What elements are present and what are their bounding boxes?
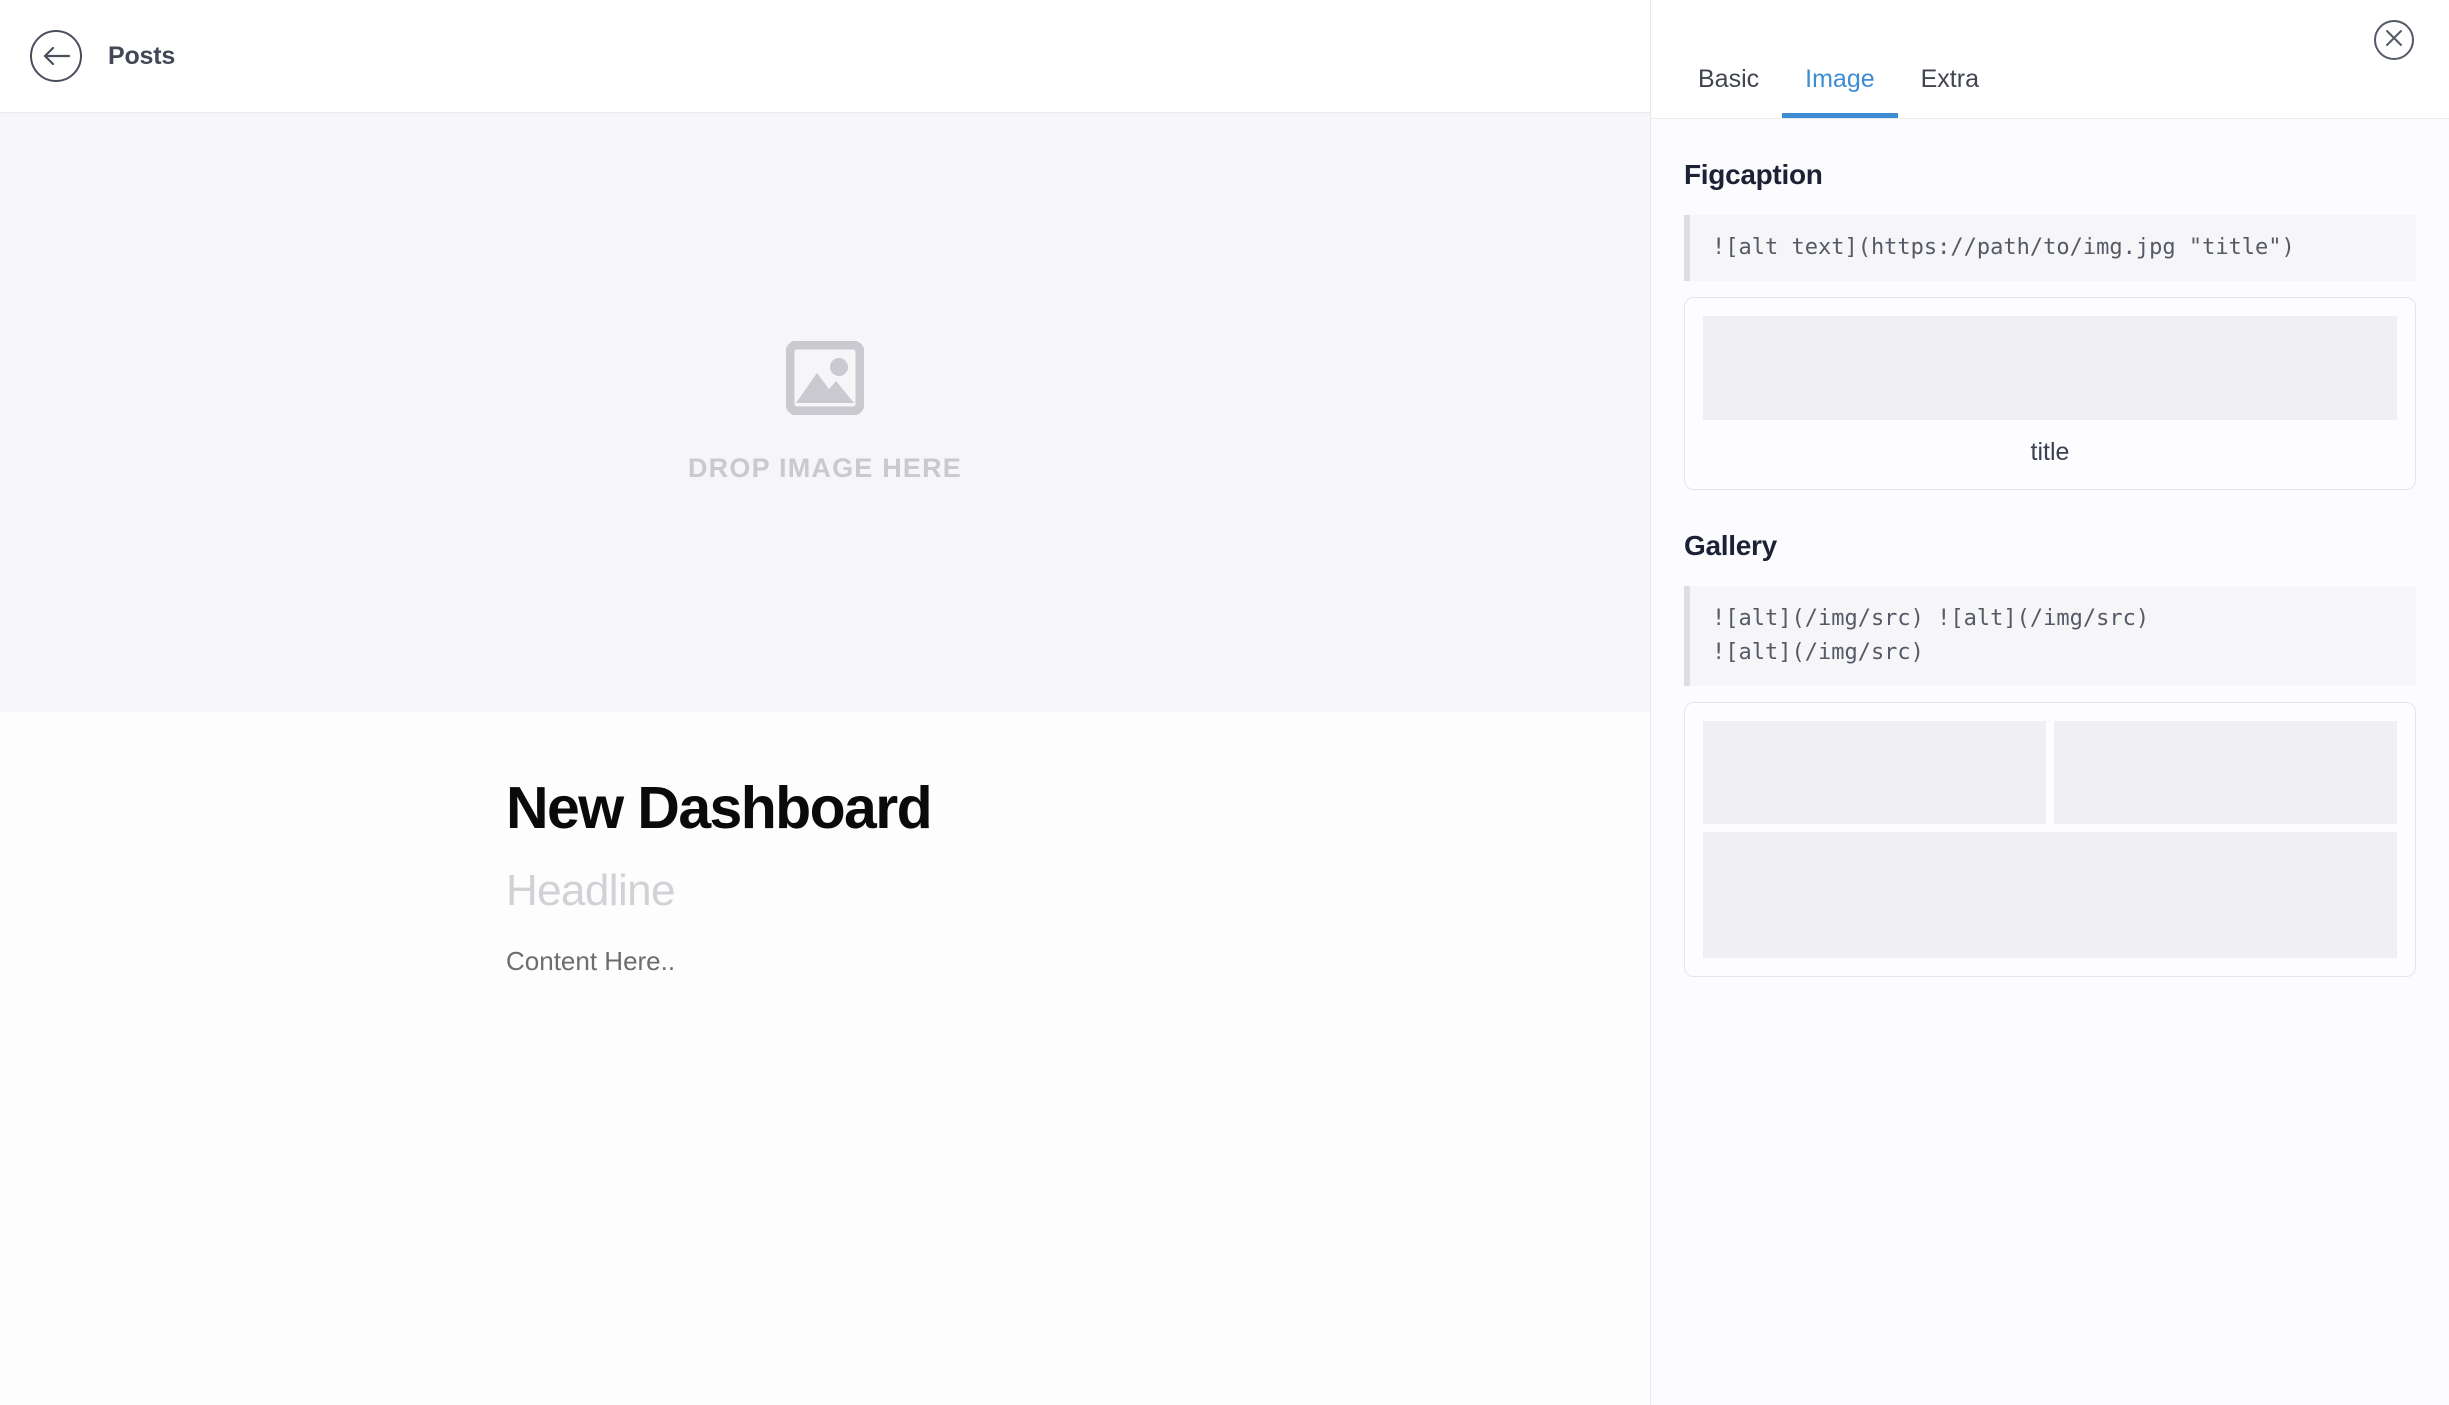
gallery-preview — [1684, 702, 2416, 978]
section-gallery: Gallery ![alt](/img/src) ![alt](/img/src… — [1684, 530, 2416, 978]
gallery-code-snippet[interactable]: ![alt](/img/src) ![alt](/img/src) ![alt]… — [1684, 586, 2416, 687]
back-button[interactable] — [30, 30, 82, 82]
document-body: New Dashboard Headline Content Here.. — [0, 712, 1650, 1405]
section-title-gallery: Gallery — [1684, 530, 1777, 562]
image-dropzone[interactable]: DROP IMAGE HERE — [0, 113, 1650, 712]
tab-basic[interactable]: Basic — [1675, 67, 1782, 118]
gallery-image-placeholder — [1703, 832, 2397, 959]
help-panel: Basic Image Extra Figcaption ![alt text]… — [1651, 0, 2449, 1405]
panel-tab-bar: Basic Image Extra — [1651, 0, 2449, 119]
document-content-placeholder[interactable]: Content Here.. — [506, 946, 1650, 977]
tab-image[interactable]: Image — [1782, 67, 1899, 118]
app-root: Posts DROP IMAGE HERE New Dashboard Head… — [0, 0, 2449, 1405]
dropzone-label: DROP IMAGE HERE — [687, 453, 963, 483]
document-headline-placeholder[interactable]: Headline — [506, 866, 1650, 916]
panel-content[interactable]: Figcaption ![alt text](https://path/to/i… — [1651, 119, 2449, 1405]
section-title-figcaption: Figcaption — [1684, 159, 1823, 190]
close-circle-icon — [2383, 27, 2405, 54]
gallery-image-placeholder — [1703, 721, 2046, 825]
gallery-image-placeholder — [2054, 721, 2397, 825]
gallery-grid — [1703, 721, 2397, 959]
arrow-left-icon — [41, 44, 71, 68]
page-title: Posts — [108, 41, 176, 70]
section-figcaption: Figcaption ![alt text](https://path/to/i… — [1684, 159, 2416, 491]
figcaption-code-snippet[interactable]: ![alt text](https://path/to/img.jpg "tit… — [1684, 215, 2416, 282]
editor-header: Posts — [0, 0, 1650, 113]
document-title[interactable]: New Dashboard — [506, 777, 1650, 840]
figcaption-preview: title — [1684, 297, 2416, 491]
image-placeholder-icon — [785, 340, 865, 420]
figcaption-caption-text: title — [2030, 438, 2070, 467]
tab-extra[interactable]: Extra — [1898, 67, 2002, 118]
post-editor: Posts DROP IMAGE HERE New Dashboard Head… — [0, 0, 1651, 1405]
close-panel-button[interactable] — [2374, 20, 2414, 60]
figcaption-image-placeholder — [1703, 316, 2397, 421]
